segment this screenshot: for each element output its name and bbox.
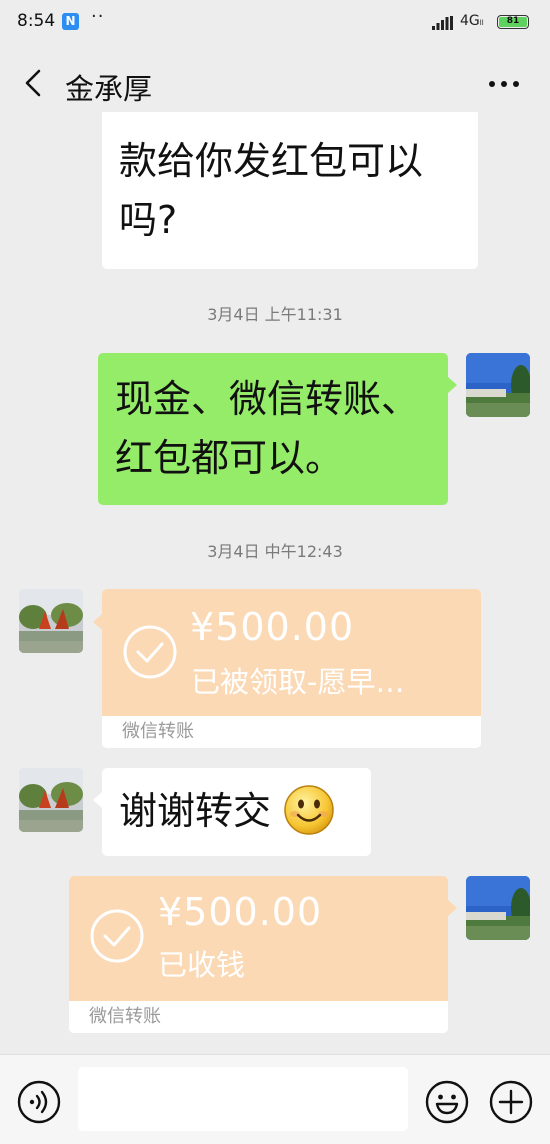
message-input[interactable] [78,1067,408,1131]
avatar-contact[interactable] [19,768,83,832]
message-text-line: 吗? [119,198,178,242]
message-text: 谢谢转交 [119,789,272,833]
timestamp: 3月4日 上午11:31 [207,305,343,324]
bubble-tail [448,900,457,916]
smiley-icon[interactable] [425,1080,469,1124]
bubble-tail [93,614,102,630]
transfer-card-body: ¥500.00 已被领取-愿早… [102,589,481,716]
avatar-contact[interactable] [19,589,83,653]
transfer-status: 已收钱 [158,948,246,982]
avatar-self-image [466,876,530,940]
transfer-card-sent[interactable]: ¥500.00 已收钱 微信转账 [69,876,448,1033]
bubble-tail [448,377,457,393]
input-bar [0,1054,550,1144]
status-time: 8:54 [17,11,56,31]
check-circle-icon [90,909,144,963]
network-type: 4Gll [460,13,484,29]
signal-icon [432,16,453,30]
avatar-self[interactable] [466,876,530,940]
avatar-contact-image [19,768,83,832]
avatar-contact-image [19,589,83,653]
transfer-label: 微信转账 [69,1001,448,1033]
message-text-line: 款给你发红包可以 [119,139,424,183]
smiling-face-emoji [284,784,334,835]
voice-icon[interactable] [17,1080,61,1124]
status-bar: 8:54 N ·· 4Gll 81 [0,0,550,46]
bubble-tail [93,792,102,808]
transfer-card-received[interactable]: ¥500.00 已被领取-愿早… 微信转账 [102,589,481,748]
chat-title: 金承厚 [65,72,153,106]
avatar-self[interactable] [466,353,530,417]
check-circle-icon [123,625,177,679]
chat-header: 金承厚 [0,46,550,120]
transfer-status: 已被领取-愿早… [191,665,405,699]
battery-icon: 81 [497,15,529,29]
notification-app-icon: N [62,13,79,30]
avatar-self-image [466,353,530,417]
transfer-label: 微信转账 [102,716,481,748]
transfer-amount: ¥500.00 [158,890,323,934]
message-text-line: 现金、微信转账、 [115,377,420,421]
transfer-card-body: ¥500.00 已收钱 [69,876,448,1001]
message-bubble-received[interactable]: 款给你发红包可以 吗? [102,112,478,269]
message-bubble-sent[interactable]: 现金、微信转账、 红包都可以。 [98,353,448,505]
battery-level: 81 [499,17,527,27]
transfer-amount: ¥500.00 [190,605,355,649]
message-text-line: 红包都可以。 [115,436,344,480]
more-notifications-dots: ·· [91,6,105,27]
plus-circle-icon[interactable] [489,1080,533,1124]
chevron-left-icon[interactable] [22,68,46,98]
timestamp: 3月4日 中午12:43 [207,542,343,561]
message-bubble-received[interactable]: 谢谢转交 [102,768,371,856]
more-horizontal-icon[interactable] [488,80,520,88]
